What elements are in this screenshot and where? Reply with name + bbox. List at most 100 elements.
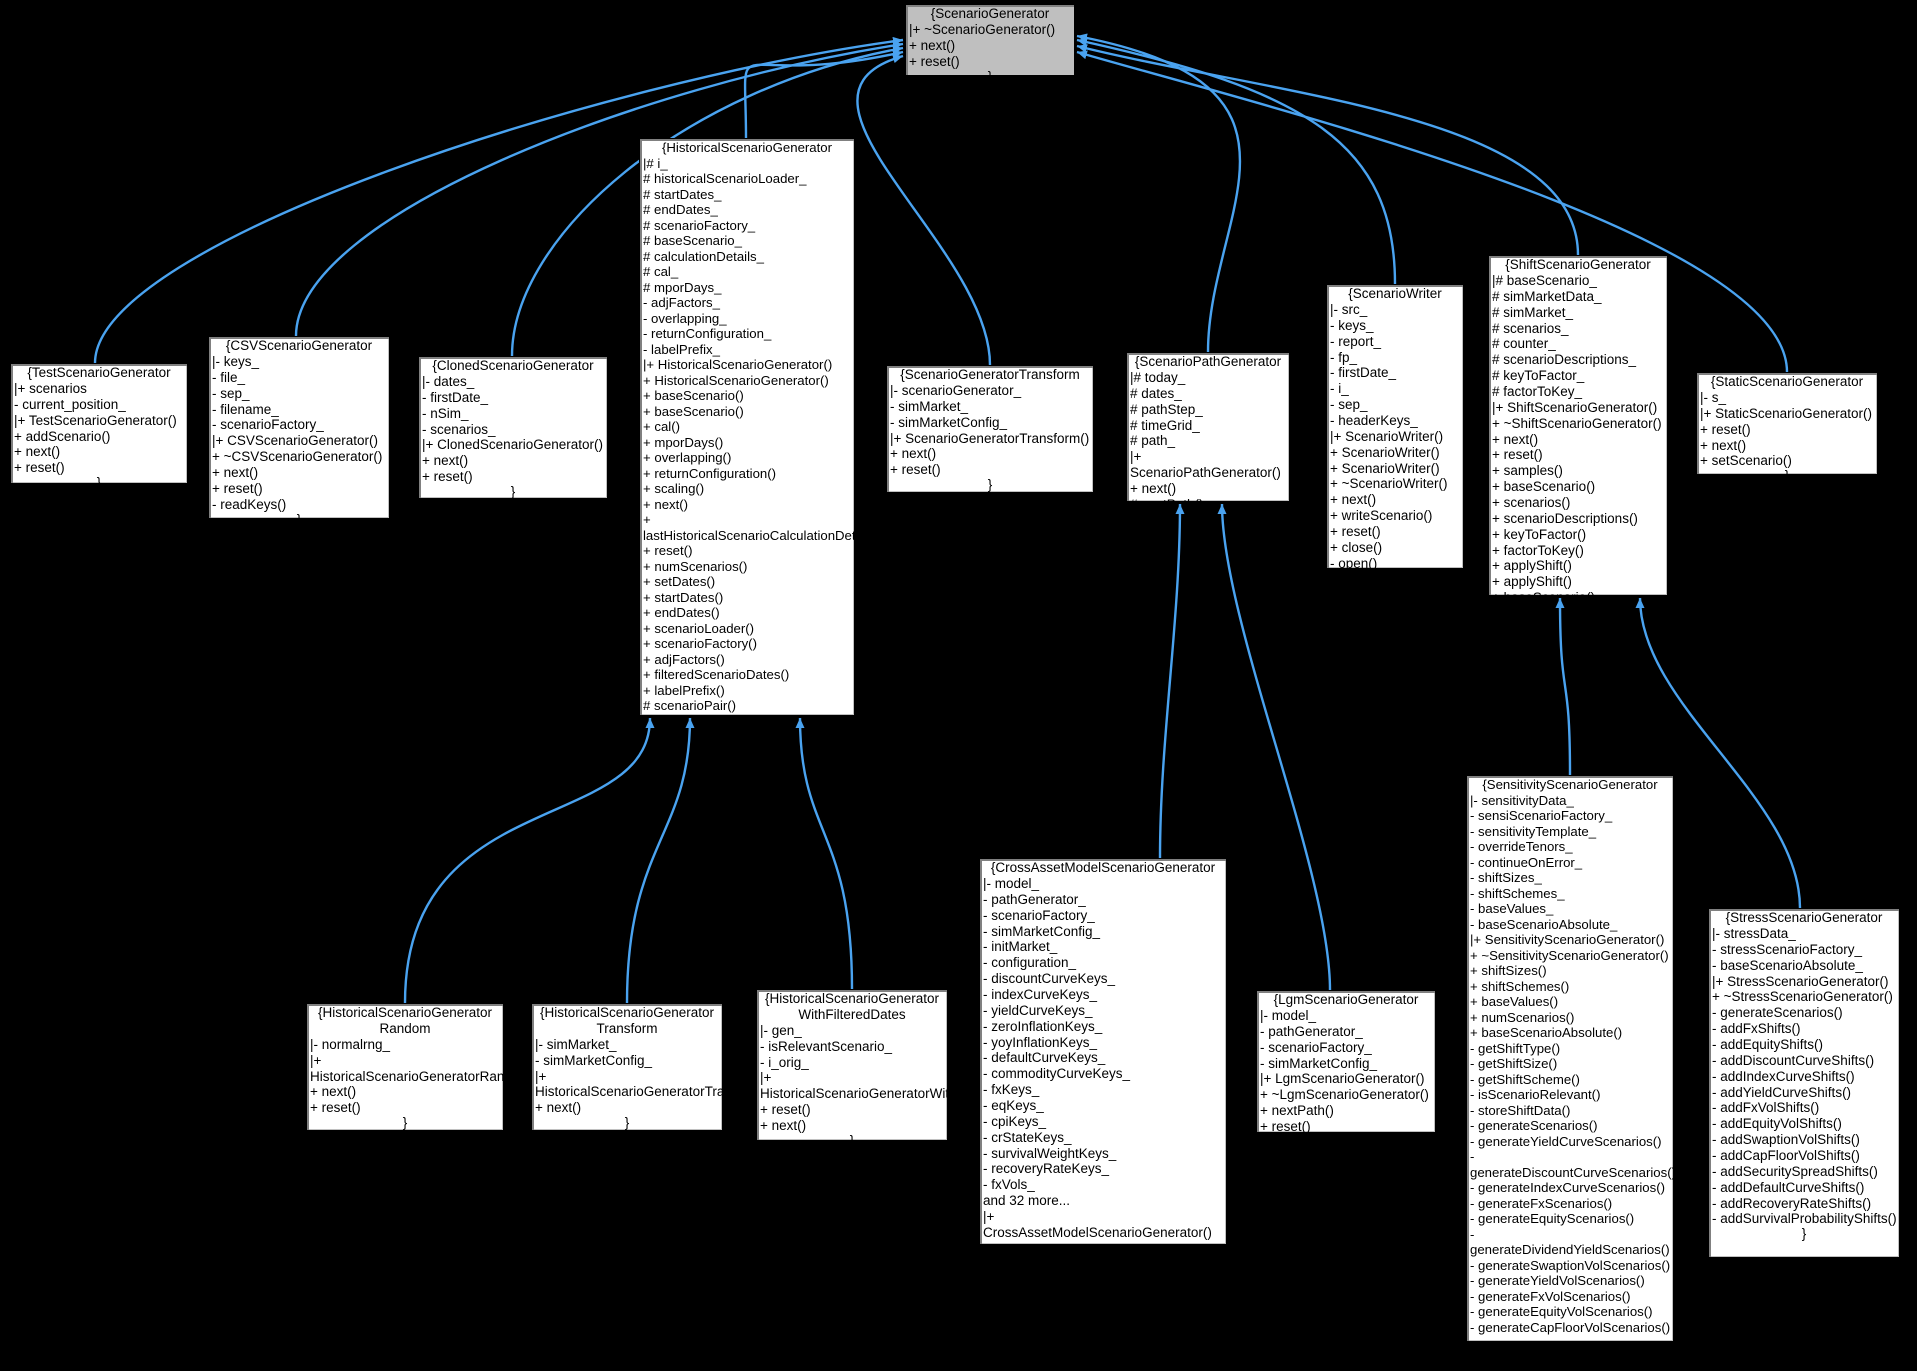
class-member: # timeGrid_ bbox=[1130, 417, 1200, 433]
class-member: + keyToFactor() bbox=[1492, 526, 1587, 542]
class-member: - baseScenarioAbsolute_ bbox=[1712, 957, 1863, 973]
class-box-scenario-path-generator[interactable]: {ScenarioPathGenerator |# today_ # dates_ #… bbox=[1126, 352, 1290, 502]
class-member: + scenarioDescriptions() bbox=[1492, 510, 1638, 526]
class-member: + next() bbox=[890, 446, 937, 462]
edge-lgm-scenario-generator-to-scenario-path-generator bbox=[1217, 503, 1332, 991]
class-members-shift-scenario-generator: |# baseScenario_ # simMarketData_ # simMar… bbox=[1489, 273, 1667, 595]
class-member: - getShiftType() bbox=[1470, 1040, 1561, 1056]
class-box-test-scenario-generator[interactable]: {TestScenarioGenerator |+ scenarios - curr… bbox=[10, 363, 188, 484]
class-box-historical-scenario-generator[interactable]: {HistoricalScenarioGenerator |# i_ # histo… bbox=[639, 138, 855, 716]
class-member: + overlapping() bbox=[643, 450, 732, 466]
class-member: - scenarioFactory_ bbox=[212, 417, 324, 433]
class-member: # scenarioFactory_ bbox=[643, 217, 756, 233]
class-member: - sep_ bbox=[1330, 397, 1368, 413]
class-members-cloned-scenario-generator: |- dates_ - firstDate_ - nSim_ - scenarios_… bbox=[419, 374, 607, 485]
class-member: - baseValues_ bbox=[1470, 901, 1554, 917]
class-member: - overlapping_ bbox=[643, 310, 727, 326]
class-members-sensitivity-scenario-generator: |- sensitivityData_ - sensiScenarioFactor… bbox=[1467, 793, 1674, 1341]
class-member: - labelPrefix_ bbox=[643, 341, 720, 357]
class-member: # historicalScenarioLoader_ bbox=[643, 171, 807, 187]
class-member: # counter_ bbox=[1492, 336, 1556, 352]
class-member: + next() bbox=[212, 464, 259, 480]
class-member: + shiftSchemes() bbox=[1470, 978, 1570, 994]
class-members-scenario-writer: |- src_ - keys_ - report_ - fp_ - firstDate_… bbox=[1327, 301, 1463, 568]
class-member: # startDates_ bbox=[643, 186, 722, 202]
class-member: # scenarioDescriptions_ bbox=[1492, 352, 1637, 368]
class-member: + next() bbox=[1492, 431, 1539, 447]
class-title-historical-scenario-generator-with-filtered-dates: {HistoricalScenarioGenerator WithFiltere… bbox=[764, 991, 940, 1022]
class-member: |- gen_ bbox=[760, 1022, 802, 1038]
class-member: - scenarioFactory_ bbox=[1260, 1039, 1372, 1055]
class-member: - generateDiscountCurveScenarios() bbox=[1470, 1149, 1674, 1180]
edge-cross-asset-model-scenario-generator-to-scenario-path-generator bbox=[1158, 503, 1185, 859]
class-member: # mporDays_ bbox=[643, 279, 722, 295]
class-box-scenario-generator[interactable]: {ScenarioGenerator |+ ~ScenarioGenerator(… bbox=[905, 4, 1075, 76]
edge-shift-scenario-generator-to-scenario-generator bbox=[1076, 44, 1580, 256]
class-member: - generateScenarios() bbox=[1712, 1005, 1843, 1021]
class-member: - firstDate_ bbox=[422, 389, 489, 405]
class-members-static-scenario-generator: |- s_ |+ StaticScenarioGenerator() + reset… bbox=[1697, 390, 1877, 469]
class-member: - firstDate_ bbox=[1330, 365, 1397, 381]
class-member: + writeScenario() bbox=[1330, 508, 1433, 524]
class-member: + reset() bbox=[1700, 421, 1751, 437]
class-member: + close() bbox=[1330, 539, 1383, 555]
class-box-sensitivity-scenario-generator[interactable]: {SensitivityScenarioGenerator |- sensitiv… bbox=[1466, 775, 1674, 1342]
class-member: + next() bbox=[14, 444, 61, 460]
class-member: |+ StaticScenarioGenerator() bbox=[1700, 405, 1872, 421]
class-member: - file_ bbox=[212, 369, 246, 385]
class-title-shift-scenario-generator: {ShiftScenarioGenerator bbox=[1505, 257, 1651, 272]
class-member: # factorToKey_ bbox=[1492, 383, 1583, 399]
class-member: + applyShift() bbox=[1492, 558, 1572, 574]
class-member: - yoyInflationKeys_ bbox=[983, 1034, 1098, 1050]
class-members-cross-asset-model-scenario-generator: |- model_ - pathGenerator_ - scenarioFacto… bbox=[980, 876, 1226, 1244]
class-box-lgm-scenario-generator[interactable]: {LgmScenarioGenerator |- model_ - pathGene… bbox=[1256, 990, 1436, 1133]
class-member: |+ StressScenarioGenerator() bbox=[1712, 973, 1889, 989]
class-member: |- simMarket_ bbox=[535, 1036, 617, 1052]
class-member: + scenarioFactory() bbox=[643, 636, 757, 652]
class-member: + next() bbox=[909, 37, 956, 53]
class-box-static-scenario-generator[interactable]: {StaticScenarioGenerator |- s_ |+ StaticSc… bbox=[1696, 372, 1878, 475]
class-member: + baseValues() bbox=[1470, 994, 1559, 1010]
class-member: |- scenarioGenerator_ bbox=[890, 382, 1022, 398]
class-member: |+ ShiftScenarioGenerator() bbox=[1492, 399, 1658, 415]
class-box-historical-scenario-generator-with-filtered-dates[interactable]: {HistoricalScenarioGenerator WithFiltere… bbox=[756, 989, 948, 1141]
class-member: - generateSwaptionVolScenarios() bbox=[1470, 1257, 1671, 1273]
class-member: - baseScenarioAbsolute_ bbox=[1470, 916, 1618, 932]
class-box-scenario-generator-transform[interactable]: {ScenarioGeneratorTransform |- scenarioGe… bbox=[886, 365, 1094, 493]
class-member: - addFxShifts() bbox=[1712, 1021, 1801, 1037]
class-member: + ScenarioWriter() bbox=[1330, 444, 1440, 460]
class-member: - generateCapFloorVolScenarios() bbox=[1470, 1319, 1671, 1335]
class-member: |# today_ bbox=[1130, 369, 1186, 385]
class-title-test-scenario-generator: {TestScenarioGenerator bbox=[27, 365, 171, 380]
class-member: |+ SensitivityScenarioGenerator() bbox=[1470, 932, 1665, 948]
class-box-cloned-scenario-generator[interactable]: {ClonedScenarioGenerator |- dates_ - first… bbox=[418, 356, 608, 499]
class-title-stress-scenario-generator: {StressScenarioGenerator bbox=[1725, 910, 1883, 925]
class-title-sensitivity-scenario-generator: {SensitivityScenarioGenerator bbox=[1482, 777, 1658, 792]
class-box-shift-scenario-generator[interactable]: {ShiftScenarioGenerator |# baseScenario_ #… bbox=[1488, 255, 1668, 596]
class-member: |- src_ bbox=[1330, 301, 1368, 317]
class-member: - overrideTenors_ bbox=[1470, 839, 1573, 855]
class-member: + reset() bbox=[909, 53, 960, 69]
class-members-test-scenario-generator: |+ scenarios - current_position_ |+ TestSc… bbox=[11, 381, 187, 476]
class-member: |- normalrng_ bbox=[310, 1036, 391, 1052]
class-title-static-scenario-generator: {StaticScenarioGenerator bbox=[1710, 374, 1864, 389]
class-member: + shiftSizes() bbox=[1470, 963, 1547, 979]
class-member: |+ scenarios bbox=[14, 380, 87, 396]
class-member: - i_ bbox=[1330, 381, 1349, 397]
class-box-scenario-writer[interactable]: {ScenarioWriter |- src_ - keys_ - report_ - … bbox=[1326, 284, 1464, 569]
class-box-historical-scenario-generator-transform[interactable]: {HistoricalScenarioGenerator Transform |-… bbox=[531, 1003, 723, 1131]
class-member: - sep_ bbox=[212, 385, 250, 401]
class-title-csv-scenario-generator: {CSVScenarioGenerator bbox=[225, 338, 373, 353]
class-box-historical-scenario-generator-random[interactable]: {HistoricalScenarioGenerator Random |- no… bbox=[306, 1003, 504, 1131]
class-member: + next() bbox=[310, 1084, 357, 1100]
class-member: - discountCurveKeys_ bbox=[983, 971, 1116, 987]
class-member: - storeShiftData() bbox=[1470, 1102, 1571, 1118]
class-box-cross-asset-model-scenario-generator[interactable]: {CrossAssetModelScenarioGenerator |- mode… bbox=[979, 858, 1227, 1245]
class-member: - commodityCurveKeys_ bbox=[983, 1066, 1131, 1082]
class-member: - fp_ bbox=[1330, 349, 1358, 365]
class-member: - addRecoveryRateShifts() bbox=[1712, 1195, 1872, 1211]
class-member: + next() bbox=[422, 453, 469, 469]
class-member: - simMarketConfig_ bbox=[983, 923, 1101, 939]
class-box-stress-scenario-generator[interactable]: {StressScenarioGenerator |- stressData_ - … bbox=[1708, 908, 1900, 1258]
class-box-csv-scenario-generator[interactable]: {CSVScenarioGenerator |- keys_ - file_ - se… bbox=[208, 336, 390, 519]
